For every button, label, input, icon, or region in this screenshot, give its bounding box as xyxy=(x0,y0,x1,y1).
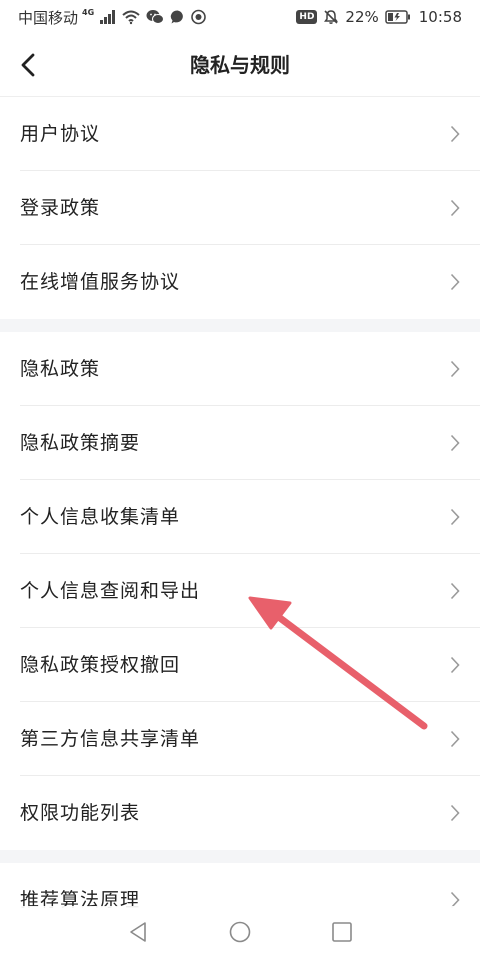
chevron-right-icon xyxy=(450,804,460,822)
chevron-right-icon xyxy=(450,360,460,378)
header-bar: 隐私与规则 xyxy=(0,34,480,97)
list-item-permission-list[interactable]: 权限功能列表 xyxy=(0,776,480,850)
list-item-label: 隐私政策 xyxy=(20,358,101,380)
chevron-right-icon xyxy=(450,508,460,526)
chevron-right-icon xyxy=(450,125,460,143)
chevron-right-icon xyxy=(450,434,460,452)
chevron-right-icon xyxy=(450,582,460,600)
triangle-back-icon[interactable] xyxy=(127,921,149,943)
wechat-icon xyxy=(146,10,165,24)
list-item-label: 个人信息收集清单 xyxy=(20,506,181,528)
message-icon xyxy=(170,10,184,24)
chevron-right-icon xyxy=(450,199,460,217)
page-title: 隐私与规则 xyxy=(190,53,290,77)
list-item-privacy-summary[interactable]: 隐私政策摘要 xyxy=(0,406,480,480)
chevron-right-icon xyxy=(450,656,460,674)
list-item-label: 隐私政策授权撤回 xyxy=(20,654,181,676)
status-right: HD 22% 10:58 xyxy=(296,7,462,27)
section-divider xyxy=(0,850,480,863)
list-item-label: 用户协议 xyxy=(20,123,101,145)
list-item-label: 权限功能列表 xyxy=(20,802,141,824)
list-item-user-agreement[interactable]: 用户协议 xyxy=(0,97,480,171)
settings-group-agreements: 用户协议 登录政策 在线增值服务协议 xyxy=(0,97,480,319)
section-divider xyxy=(0,319,480,332)
list-item-info-view-export[interactable]: 个人信息查阅和导出 xyxy=(0,554,480,628)
list-item-privacy-revoke[interactable]: 隐私政策授权撤回 xyxy=(0,628,480,702)
hd-badge: HD xyxy=(296,10,318,24)
clock-time: 10:58 xyxy=(418,8,462,26)
list-item-privacy-policy[interactable]: 隐私政策 xyxy=(0,332,480,406)
wifi-icon xyxy=(122,10,140,25)
list-item-label: 登录政策 xyxy=(20,197,101,219)
status-bar: 中国移动 4G HD 22% 10:58 xyxy=(0,0,480,34)
list-item-info-collection-list[interactable]: 个人信息收集清单 xyxy=(0,480,480,554)
battery-icon xyxy=(385,10,410,24)
battery-percent: 22% xyxy=(345,8,379,26)
list-item-label: 第三方信息共享清单 xyxy=(20,728,201,750)
chevron-right-icon xyxy=(450,273,460,291)
list-item-label: 隐私政策摘要 xyxy=(20,432,141,454)
network-type: 4G xyxy=(82,7,95,17)
list-item-label: 个人信息查阅和导出 xyxy=(20,580,201,602)
square-recent-icon[interactable] xyxy=(331,921,353,943)
app-notification-icon xyxy=(191,9,206,25)
signal-icon xyxy=(100,10,116,24)
chevron-right-icon xyxy=(450,730,460,748)
status-left: 中国移动 4G xyxy=(18,7,206,27)
bell-muted-icon xyxy=(324,10,339,24)
settings-group-privacy: 隐私政策 隐私政策摘要 个人信息收集清单 个人信息查阅和导出 隐私政策授权撤回 … xyxy=(0,332,480,850)
list-item-label: 在线增值服务协议 xyxy=(20,271,181,293)
list-item-third-party-sharing[interactable]: 第三方信息共享清单 xyxy=(0,702,480,776)
circle-home-icon[interactable] xyxy=(229,921,251,943)
system-navigation-bar xyxy=(0,906,480,960)
carrier-name: 中国移动 xyxy=(18,8,79,27)
list-item-login-policy[interactable]: 登录政策 xyxy=(0,171,480,245)
list-item-value-added-service[interactable]: 在线增值服务协议 xyxy=(0,245,480,319)
